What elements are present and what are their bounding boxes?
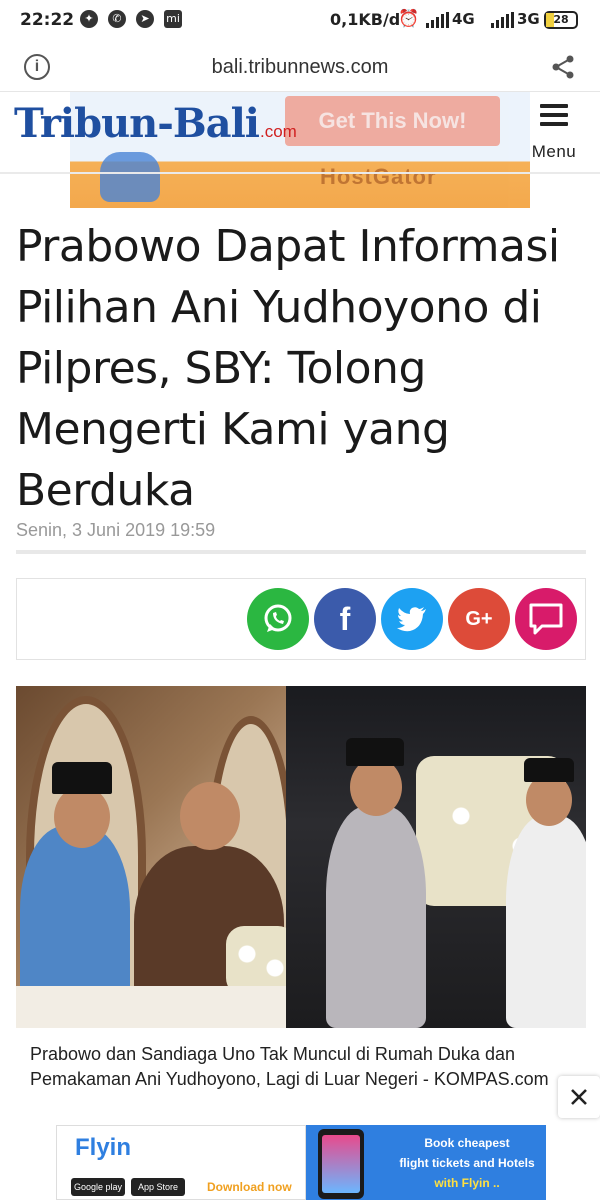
ad-brand: HostGator — [320, 164, 437, 189]
person-head — [54, 786, 110, 848]
table — [16, 986, 306, 1028]
google-plus-share-button[interactable]: G+ — [448, 588, 510, 650]
songkok-cap — [346, 738, 404, 766]
ad-brand: Flyin — [75, 1134, 132, 1161]
signal-icon — [491, 12, 514, 28]
whatsapp-share-button[interactable] — [247, 588, 309, 650]
twitter-share-button[interactable] — [381, 588, 443, 650]
menu-button[interactable]: Menu — [524, 100, 584, 164]
hamburger-icon — [540, 104, 568, 131]
signal-icon — [426, 12, 449, 28]
facebook-share-button[interactable]: f — [314, 588, 376, 650]
article-headline: Prabowo Dapat Informasi Pilihan Ani Yudh… — [16, 221, 560, 516]
clock: 22:22 — [20, 10, 75, 30]
twitter-icon — [397, 607, 426, 632]
divider — [16, 550, 586, 554]
sim2-network: 3G — [517, 10, 540, 28]
songkok-cap — [52, 762, 112, 794]
close-icon — [571, 1089, 587, 1105]
comment-button[interactable] — [515, 588, 577, 650]
phone-image — [318, 1129, 364, 1199]
person-figure — [506, 816, 586, 1028]
header-divider — [0, 172, 600, 174]
photo-right-scene — [286, 686, 586, 1028]
person-head — [180, 782, 240, 850]
logo-suffix: .com — [259, 122, 297, 141]
net-speed: 0,1KB/d — [330, 10, 401, 29]
status-bar: 22:22 ✦ ✆ ➤ mi 0,1KB/d ⏰ 4G 3G 28 — [0, 0, 600, 42]
whatsapp-icon: ✆ — [108, 10, 126, 28]
share-bar: f G+ — [16, 578, 586, 660]
google-play-badge[interactable]: Google play — [71, 1178, 125, 1196]
share-icon[interactable] — [550, 54, 576, 80]
ad-tagline: Book cheapest flight tickets and Hotels … — [388, 1133, 546, 1193]
facebook-icon: f — [339, 600, 351, 637]
ad-download-link[interactable]: Download now — [207, 1180, 292, 1194]
url-text[interactable]: bali.tribunnews.com — [0, 56, 600, 79]
logo-text: Tribun-Bali — [14, 100, 260, 147]
browser-url-bar: i bali.tribunnews.com — [0, 42, 600, 92]
person-head — [350, 758, 402, 816]
alarm-icon: ⏰ — [398, 9, 420, 29]
google-plus-icon: G+ — [465, 607, 493, 630]
sim1-network: 4G — [452, 10, 475, 28]
ad-cta-button[interactable]: Get This Now! — [285, 96, 500, 146]
messenger-icon: ✦ — [80, 10, 98, 28]
article-photo[interactable] — [16, 686, 586, 1028]
photo-caption: Prabowo dan Sandiaga Uno Tak Muncul di R… — [30, 1044, 549, 1089]
ad-line: Book cheapest — [424, 1136, 510, 1150]
songkok-cap — [524, 758, 574, 782]
close-ad-button[interactable] — [558, 1076, 600, 1118]
menu-label: Menu — [531, 142, 577, 161]
telegram-icon: ➤ — [136, 10, 154, 28]
battery-percent: 28 — [553, 13, 569, 26]
mi-icon: mi — [164, 10, 182, 28]
battery-icon: 28 — [544, 11, 578, 29]
ad-line: with Flyin .. — [434, 1176, 500, 1190]
app-store-badge[interactable]: App Store — [131, 1178, 185, 1196]
comment-icon — [529, 603, 563, 635]
ad-left-panel: Flyin Google play App Store Download now — [56, 1125, 306, 1200]
photo-left-scene — [16, 686, 306, 1028]
ad-line: flight tickets and Hotels — [399, 1156, 535, 1170]
bottom-ad-banner[interactable]: Flyin Google play App Store Download now… — [56, 1125, 546, 1200]
whatsapp-icon — [264, 604, 292, 632]
site-header: Get This Now! HostGator Tribun-Bali .com… — [0, 92, 600, 210]
notification-icons: ✦ ✆ ➤ mi — [80, 10, 182, 28]
person-figure — [326, 806, 426, 1028]
site-logo[interactable]: Tribun-Bali .com — [14, 100, 297, 160]
publish-date: Senin, 3 Juni 2019 19:59 — [16, 520, 216, 540]
